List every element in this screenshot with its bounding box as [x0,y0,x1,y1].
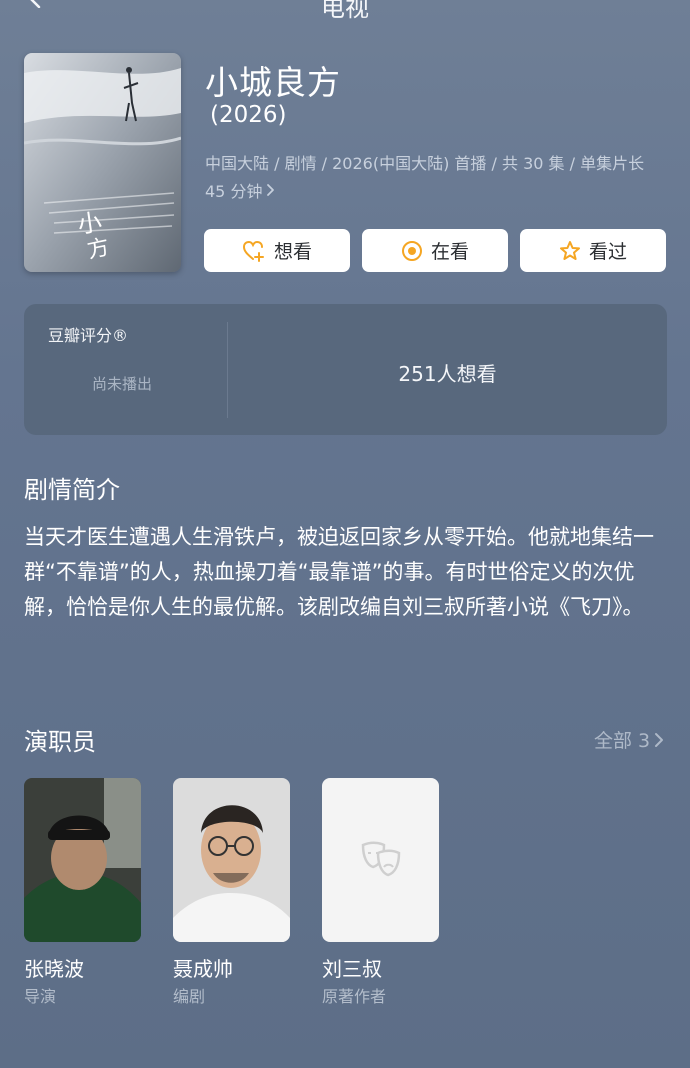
show-year: (2026) [210,102,287,128]
want-to-watch-label: 想看 [273,241,312,263]
avatar-placeholder [322,778,439,942]
chevron-right-icon [655,732,664,747]
synopsis-text[interactable]: 当天才医生遭遇人生滑铁卢，被迫返回家乡从零开始。他就地集结一群“不靠谱”的人，热… [24,520,664,625]
want-to-watch-button[interactable]: 想看 [204,229,350,272]
cast-view-all-link[interactable]: 全部 3 [594,726,664,753]
want-count: 251人想看 [398,362,497,386]
show-title: 小城良方 [205,63,341,102]
synopsis-heading: 剧情简介 [24,476,120,504]
cast-name: 聂成帅 [173,957,233,981]
watching-label: 在看 [430,241,469,263]
cast-name: 张晓波 [24,957,84,981]
action-buttons: 想看 在看 看过 [204,229,666,272]
avatar [24,778,141,942]
avatar [173,778,290,942]
cast-member[interactable]: 张晓波 导演 [24,778,142,1006]
theater-masks-icon [361,841,400,877]
cast-view-all-label: 全部 3 [594,730,651,752]
cast-name: 刘三叔 [322,957,382,981]
show-meta[interactable]: 中国大陆 / 剧情 / 2026(中国大陆) 首播 / 共 30 集 / 单集片… [205,150,665,206]
cast-heading: 演职员 [24,728,96,756]
top-nav-bar: 电视 [0,0,690,22]
heart-plus-icon [242,240,264,262]
star-icon [559,240,580,260]
chevron-right-icon [266,178,275,206]
poster-calligraphy: 小 [76,208,104,239]
watching-button[interactable]: 在看 [362,229,508,272]
cast-member[interactable]: 刘三叔 原著作者 [322,778,440,1006]
cast-role: 编剧 [173,987,206,1006]
watched-label: 看过 [588,241,627,263]
watched-button[interactable]: 看过 [520,229,666,272]
target-circle-icon [401,240,422,261]
cast-role: 原著作者 [322,987,387,1006]
show-poster[interactable]: 小 方 [24,53,181,272]
rating-card[interactable]: 豆瓣评分® 尚未播出 251人想看 [24,304,667,435]
rating-label: 豆瓣评分® [48,326,129,345]
cast-member[interactable]: 聂成帅 编剧 [173,778,291,1006]
rating-status: 尚未播出 [92,375,153,393]
cast-role: 导演 [24,987,57,1006]
nav-title: 电视 [321,0,369,22]
